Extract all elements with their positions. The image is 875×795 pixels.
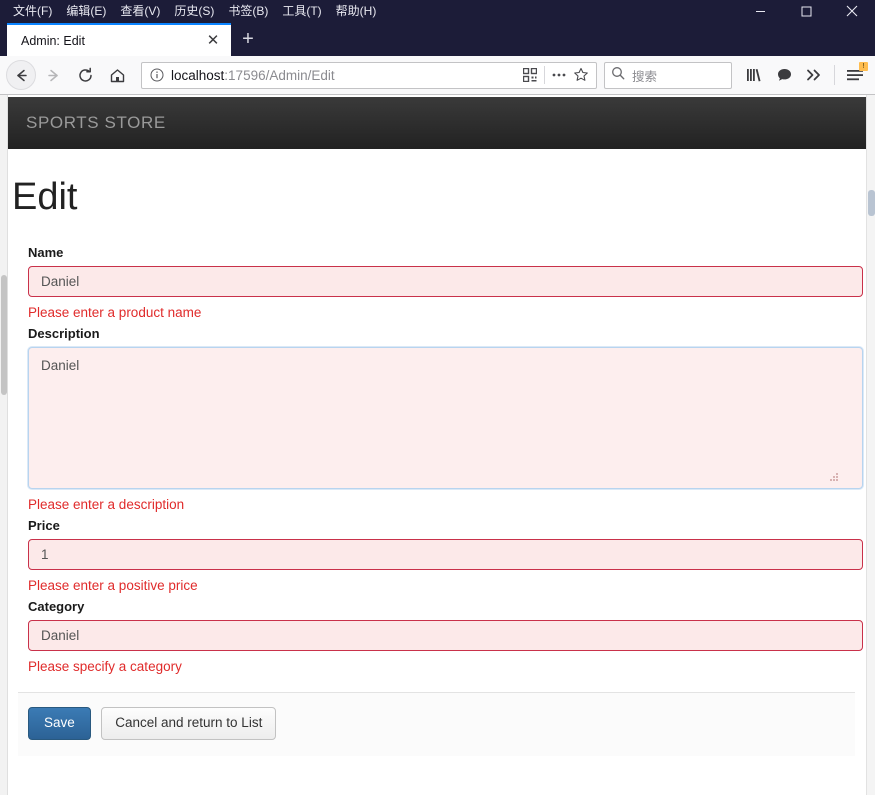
vertical-scrollbar[interactable] (866, 95, 875, 795)
site-brand[interactable]: SPORTS STORE (26, 113, 166, 133)
close-icon (846, 5, 858, 17)
search-box[interactable]: 搜索 (604, 61, 732, 89)
minimize-button[interactable] (737, 0, 783, 22)
field-group-price: Price Please enter a positive price (18, 517, 863, 593)
home-icon (110, 68, 124, 82)
description-textarea[interactable] (28, 346, 863, 489)
edit-product-form: Name Please enter a product name Descrip… (18, 244, 863, 756)
label-name: Name (28, 244, 64, 260)
tab-strip: Admin: Edit ✕ + (0, 22, 875, 56)
label-description: Description (28, 325, 100, 341)
pocket-icon[interactable] (770, 61, 798, 89)
field-group-category: Category Please specify a category (18, 598, 863, 674)
tab-admin-edit[interactable]: Admin: Edit ✕ (7, 23, 231, 56)
hamburger-menu-icon[interactable]: ! (841, 61, 869, 89)
description-validation-message: Please enter a description (28, 496, 185, 512)
url-divider (544, 66, 545, 84)
menu-tools[interactable]: 工具(T) (275, 0, 328, 22)
page-title: Edit (12, 176, 78, 218)
forward-arrow-icon (47, 69, 58, 81)
field-group-description: Description Please enter a description (18, 325, 863, 512)
label-category: Category (28, 598, 85, 614)
info-circle-icon[interactable] (150, 68, 164, 82)
scroll-thumb[interactable] (868, 190, 875, 216)
back-arrow-icon (16, 69, 27, 81)
name-input[interactable] (28, 265, 863, 297)
name-validation-message: Please enter a product name (28, 304, 202, 320)
site-navbar: SPORTS STORE (8, 97, 867, 149)
address-bar[interactable]: localhost:17596/Admin/Edit (141, 61, 597, 89)
price-validation-message: Please enter a positive price (28, 577, 198, 593)
close-button[interactable] (829, 0, 875, 22)
toolbar-divider (834, 65, 835, 85)
menu-edit[interactable]: 编辑(E) (59, 0, 113, 22)
library-icon[interactable] (740, 61, 768, 89)
tab-title: Admin: Edit (21, 33, 85, 48)
window-controls (737, 0, 875, 22)
menu-view[interactable]: 查看(V) (113, 0, 167, 22)
home-button[interactable] (102, 60, 132, 90)
star-icon[interactable] (570, 64, 592, 86)
url-path: :17596/Admin/Edit (224, 67, 335, 83)
url-text: localhost:17596/Admin/Edit (171, 68, 519, 83)
page-body: Edit Name Please enter a product name De… (6, 176, 867, 756)
maximize-button[interactable] (783, 0, 829, 22)
back-button[interactable] (6, 60, 36, 90)
forward-button (38, 60, 68, 90)
new-tab-button[interactable]: + (231, 23, 265, 56)
search-placeholder: 搜索 (632, 69, 658, 84)
tab-close-icon[interactable]: ✕ (203, 31, 223, 51)
search-icon (611, 66, 625, 85)
menu-history[interactable]: 历史(S) (167, 0, 221, 22)
menu-bar: 文件(F) 编辑(E) 查看(V) 历史(S) 书签(B) 工具(T) 帮助(H… (0, 0, 875, 22)
menu-bookmarks[interactable]: 书签(B) (221, 0, 275, 22)
qr-reader-icon[interactable] (519, 64, 541, 86)
minimize-icon (755, 10, 765, 12)
ellipsis-icon[interactable] (548, 64, 570, 86)
menu-help[interactable]: 帮助(H) (329, 0, 384, 22)
label-price: Price (28, 517, 60, 533)
scroll-thumb[interactable] (1, 275, 7, 395)
web-page: SPORTS STORE Edit Name Please enter a pr… (6, 95, 867, 795)
url-host: localhost (171, 67, 225, 83)
category-validation-message: Please specify a category (28, 658, 182, 674)
price-input[interactable] (28, 538, 863, 570)
reload-icon (78, 67, 92, 82)
content-viewport: SPORTS STORE Edit Name Please enter a pr… (0, 95, 875, 795)
form-actions: Save Cancel and return to List (18, 691, 855, 756)
save-button[interactable]: Save (28, 706, 91, 740)
cancel-button[interactable]: Cancel and return to List (101, 706, 277, 740)
menu-file[interactable]: 文件(F) (6, 0, 59, 22)
description-wrapper (18, 346, 863, 489)
category-input[interactable] (28, 619, 863, 651)
maximize-icon (801, 6, 811, 16)
reload-button[interactable] (70, 60, 100, 90)
field-group-name: Name Please enter a product name (18, 244, 863, 320)
browser-window: 文件(F) 编辑(E) 查看(V) 历史(S) 书签(B) 工具(T) 帮助(H… (0, 0, 875, 795)
horizontal-scroll-left-strip[interactable] (0, 95, 8, 795)
navigation-toolbar: localhost:17596/Admin/Edit 搜索 ! (0, 56, 875, 95)
update-badge: ! (859, 62, 868, 71)
overflow-chevron-icon[interactable] (800, 61, 828, 89)
